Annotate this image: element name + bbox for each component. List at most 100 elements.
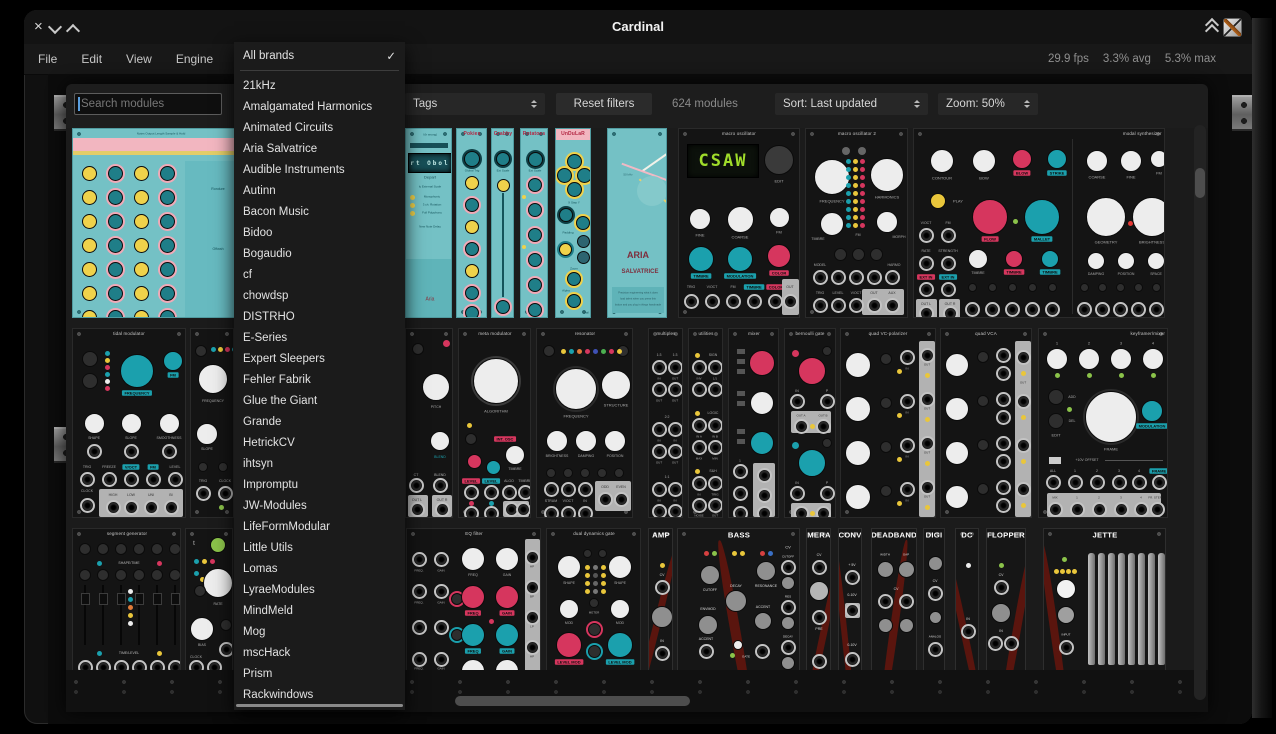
knob (528, 178, 542, 192)
menu-item-file[interactable]: File (38, 52, 57, 66)
menu-item-edit[interactable]: Edit (81, 52, 102, 66)
module-tile-bass[interactable]: BASSCUTOFFRESONANCEDECAYENVMODACCENTACCE… (677, 528, 800, 670)
jack (1045, 302, 1060, 317)
module-tile[interactable]: FREQUENCYSLOPETRIGCLOCK (190, 328, 234, 518)
module-tile-macro-oscillator[interactable]: macro oscillatorCSAWEDITFINECOARSEFMTIMB… (678, 128, 800, 318)
module-tile-modal-synthesizer[interactable]: modal synthesizerCONTOURBOWBLOWSTRIKEPLA… (913, 128, 1165, 318)
brand-menu-item-all[interactable]: All brands ✓ (234, 45, 405, 66)
module-tile-mixer[interactable]: mixer1 (728, 328, 779, 518)
horizontal-scrollbar-thumb[interactable] (455, 696, 690, 706)
module-label: 1 (1076, 497, 1078, 500)
brand-menu-item[interactable]: cf (234, 264, 405, 285)
module-tile-multiples[interactable]: multiples1:31:3INOUTOUTOUT2:2ININOUTOUT1… (648, 328, 683, 518)
brand-menu-item[interactable]: Bidoo (234, 222, 405, 243)
module-tile-conv[interactable]: CONV+ 5V0-10V0-10V (838, 528, 862, 670)
module-tile-undular[interactable]: UnDuLaRX Step YPaddingZoomAlphaTrail (555, 128, 591, 318)
brand-menu-item[interactable]: Grande (234, 411, 405, 432)
jack (516, 502, 531, 517)
reset-filters-button[interactable]: Reset filters (556, 93, 652, 115)
jack (1070, 502, 1085, 517)
brand-menu-item[interactable]: Expert Sleepers (234, 348, 405, 369)
brand-menu-item[interactable]: Animated Circuits (234, 117, 405, 138)
menu-item-engine[interactable]: Engine (176, 52, 213, 66)
vertical-scrollbar-thumb[interactable] (1195, 168, 1205, 198)
module-tile-flopper[interactable]: FLOPPERCVIN (986, 528, 1026, 670)
brand-menu-item[interactable]: chowdsp (234, 285, 405, 306)
module-label-tag: BLOW (1013, 170, 1030, 176)
module-tile-tidal-modulator[interactable]: tidal modulatorFREQUENCYFMSHAPESLOPESMOO… (72, 328, 186, 518)
knob (134, 286, 149, 301)
module-tile[interactable]: Notes Output Length Sample & HoldRondure… (72, 128, 250, 318)
search-input[interactable] (74, 93, 222, 115)
module-tile-quad-vca[interactable]: quad VCAOUT (940, 328, 1032, 518)
brand-menu-item[interactable]: mscHack (234, 642, 405, 663)
module-label: LP (530, 626, 534, 629)
brand-menu-item[interactable]: Little Utils (234, 537, 405, 558)
module-tile-dual-dynamics-gate[interactable]: dual dynamics gateSHAPESHAPEMETERMODMODL… (546, 528, 641, 670)
brand-menu-item[interactable]: E-Series (234, 327, 405, 348)
brand-menu-item[interactable]: Bogaudio (234, 243, 405, 264)
module-tile-utilities[interactable]: utilitiesSIGNINV1/1LOGICIN AIN BMAXMINS&… (688, 328, 723, 518)
zoom-select[interactable]: Zoom: 50% (938, 93, 1038, 115)
module-tile-quad-vc-polarizer[interactable]: quad VC-polarizerINOUTINOUTINOUTINOUT (840, 328, 936, 518)
brand-menu-item[interactable]: ihtsyn (234, 453, 405, 474)
module-label-tag: LEVEL MOD (606, 659, 634, 665)
brand-menu-item[interactable]: Bacon Music (234, 201, 405, 222)
brand-menu-item[interactable]: LifeFormModular (234, 516, 405, 537)
brand-menu-item[interactable]: Prism (234, 663, 405, 684)
brand-menu-item[interactable]: LyraeModules (234, 579, 405, 600)
led (858, 147, 866, 155)
led (617, 349, 622, 354)
module-tile-eq-filter[interactable]: EQ filterFREQ.GAINFREQGAINFREQ.GAINFREQG… (406, 528, 541, 670)
jack (692, 360, 707, 375)
brand-menu-item[interactable]: Impromptu (234, 474, 405, 495)
shade-window-icon[interactable] (1206, 19, 1218, 35)
module-tile-deadband[interactable]: DEADBANDWIDTHGAPCV (871, 528, 917, 670)
module-tile-grabby[interactable]: GrabbyExt Scale (491, 128, 514, 318)
tags-select[interactable]: Tags (405, 93, 545, 115)
brand-menu-item[interactable]: Mog (234, 621, 405, 642)
module-tile-rotatoes[interactable]: RotatoesExt Scale (520, 128, 548, 318)
module-tile-macro-oscillator-2[interactable]: macro oscillator 2FREQUENCYHARMONICSTIMB… (805, 128, 908, 318)
brand-menu-item[interactable]: Fehler Fabrik (234, 369, 405, 390)
module-tile[interactable]: l (h wrong)rt ObolDepartly External Scal… (405, 128, 452, 318)
module-tile-meta-modulator[interactable]: meta modulatorALGORITHMINT. OSCTIMBRELEV… (458, 328, 531, 518)
module-tile[interactable]: PITCHBLENDCTBLENDOUT LOUT R (405, 328, 453, 518)
module-tile-mera[interactable]: MERACVPRE (806, 528, 831, 670)
knob (822, 346, 832, 356)
module-label: + 5V (848, 563, 855, 567)
module-label: HP (530, 656, 534, 659)
module-tile-digi[interactable]: DIGICVANALOG (923, 528, 945, 670)
led (593, 589, 598, 594)
module-tile-jette[interactable]: JETTEINPUT (1043, 528, 1166, 670)
brand-menu-item[interactable]: JW-Modules (234, 495, 405, 516)
brand-menu-item[interactable]: DISTRHO (234, 306, 405, 327)
brand-menu-item[interactable]: Rackwindows (234, 684, 405, 705)
module-tile-keyframer-mixer[interactable]: keyframer/mixer1234ADDDELEDITFRAMEMODULA… (1038, 328, 1168, 518)
app-icon[interactable] (1223, 18, 1242, 37)
brand-menu-item[interactable]: 21kHz (234, 75, 405, 96)
module-tile-segment-generator[interactable]: segment generatorSHAPE/TIMETIME/LEVELGAT… (72, 528, 181, 670)
brand-menu-items: 21kHzAmalgamated HarmonicsAnimated Circu… (234, 75, 405, 705)
dropdown-scrollbar[interactable] (236, 704, 403, 707)
module-tile-dc[interactable]: DCIN (955, 528, 979, 670)
sort-select[interactable]: Sort: Last updated (775, 93, 928, 115)
module-tile[interactable]: tRATEBIASCLOCK (185, 528, 233, 670)
brand-menu-item[interactable]: Amalgamated Harmonics (234, 96, 405, 117)
module-tile-pokies[interactable]: PokiesGlobal Trig (456, 128, 487, 318)
menu-item-view[interactable]: View (126, 52, 152, 66)
brand-menu-item[interactable]: Aria Salvatrice (234, 138, 405, 159)
brand-menu-item[interactable]: Audible Instruments (234, 159, 405, 180)
vertical-scrollbar[interactable] (1194, 125, 1206, 700)
close-icon[interactable]: × (34, 19, 43, 34)
module-tile[interactable]: 50 kHzARIASALVATRICEPrecision engineerin… (607, 128, 667, 318)
brand-menu-item[interactable]: Glue the Giant (234, 390, 405, 411)
brand-menu-item[interactable]: MindMeld (234, 600, 405, 621)
module-tile-amp[interactable]: AMPCVIN (648, 528, 673, 670)
brand-menu-item[interactable]: Autinn (234, 180, 405, 201)
module-tile-resonator[interactable]: resonatorFREQUENCYSTRUCTUREBRIGHTNESSDAM… (536, 328, 633, 518)
led (860, 183, 865, 188)
brand-menu-item[interactable]: HetrickCV (234, 432, 405, 453)
module-tile-bernoulli-gate[interactable]: bernoulli gateINPOUT AOUT BINP (784, 328, 836, 518)
brand-menu-item[interactable]: Lomas (234, 558, 405, 579)
